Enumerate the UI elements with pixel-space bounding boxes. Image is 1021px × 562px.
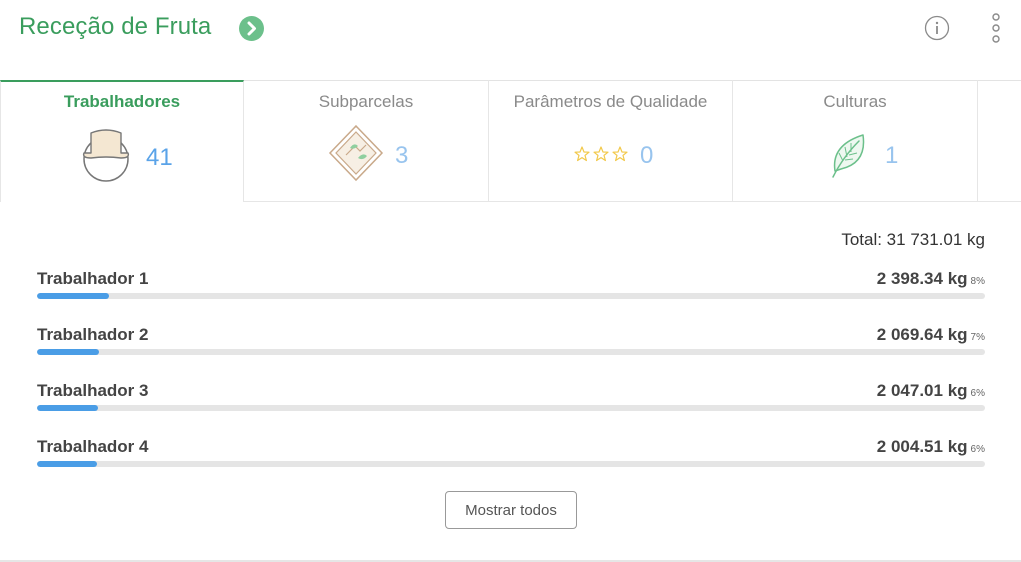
list-item: Trabalhador 4 2 004.51 kg 6% (37, 437, 985, 477)
weight-value: 2 047.01 kg (876, 381, 968, 400)
tab-overflow[interactable] (978, 80, 1021, 202)
worker-name: Trabalhador 1 (37, 269, 149, 288)
progress-track (37, 405, 985, 411)
tab-count: 0 (640, 142, 654, 169)
tab-bar: Trabalhadores 41 Subparcelas 3 Parâmetro… (0, 80, 1021, 203)
progress-fill (37, 293, 109, 299)
total-weight: Total: 31 731.01 kg (841, 230, 985, 249)
chevron-right-circle-icon[interactable] (239, 16, 264, 41)
tab-count: 1 (885, 142, 899, 169)
tab-parametros-qualidade[interactable]: Parâmetros de Qualidade 0 (489, 80, 733, 202)
stars-icon (574, 146, 628, 167)
progress-track (37, 349, 985, 355)
tab-count: 41 (146, 144, 173, 171)
worker-weight: 2 398.34 kg 8% (877, 269, 985, 289)
list-item: Trabalhador 1 2 398.34 kg 8% (37, 269, 985, 309)
page-title: Receção de Fruta (19, 13, 212, 40)
tab-count: 3 (395, 142, 409, 169)
weight-value: 2 004.51 kg (876, 437, 968, 456)
worker-name: Trabalhador 2 (37, 325, 149, 344)
progress-fill (37, 349, 99, 355)
tab-subparcelas[interactable]: Subparcelas 3 (244, 80, 489, 202)
weight-value: 2 069.64 kg (876, 325, 968, 344)
weight-percent: 6% (970, 444, 985, 455)
worker-name: Trabalhador 3 (37, 381, 149, 400)
progress-fill (37, 461, 97, 467)
field-parcel-icon (328, 124, 384, 187)
weight-value: 2 398.34 kg (876, 269, 968, 288)
card-header: Receção de Fruta (0, 0, 1021, 80)
worker-hat-icon (77, 127, 135, 190)
tab-label: Subparcelas (318, 92, 414, 111)
tab-label: Parâmetros de Qualidade (513, 92, 708, 111)
worker-weight: 2 047.01 kg 6% (877, 381, 985, 401)
weight-percent: 6% (970, 388, 985, 399)
weight-percent: 8% (970, 276, 985, 287)
tab-trabalhadores[interactable]: Trabalhadores 41 (0, 80, 244, 202)
list-item: Trabalhador 2 2 069.64 kg 7% (37, 325, 985, 365)
tab-label: Trabalhadores (63, 92, 181, 111)
worker-weight: 2 004.51 kg 6% (877, 437, 985, 457)
leaf-icon (829, 131, 867, 184)
worker-weight: 2 069.64 kg 7% (877, 325, 985, 345)
weight-percent: 7% (970, 332, 985, 343)
more-vertical-icon[interactable] (988, 13, 1004, 45)
list-item: Trabalhador 3 2 047.01 kg 6% (37, 381, 985, 421)
tab-label: Culturas (823, 92, 887, 111)
show-all-button[interactable]: Mostrar todos (445, 491, 577, 529)
info-icon[interactable] (924, 15, 950, 41)
progress-track (37, 461, 985, 467)
progress-track (37, 293, 985, 299)
worker-name: Trabalhador 4 (37, 437, 149, 456)
tab-culturas[interactable]: Culturas 1 (733, 80, 978, 202)
progress-fill (37, 405, 99, 411)
